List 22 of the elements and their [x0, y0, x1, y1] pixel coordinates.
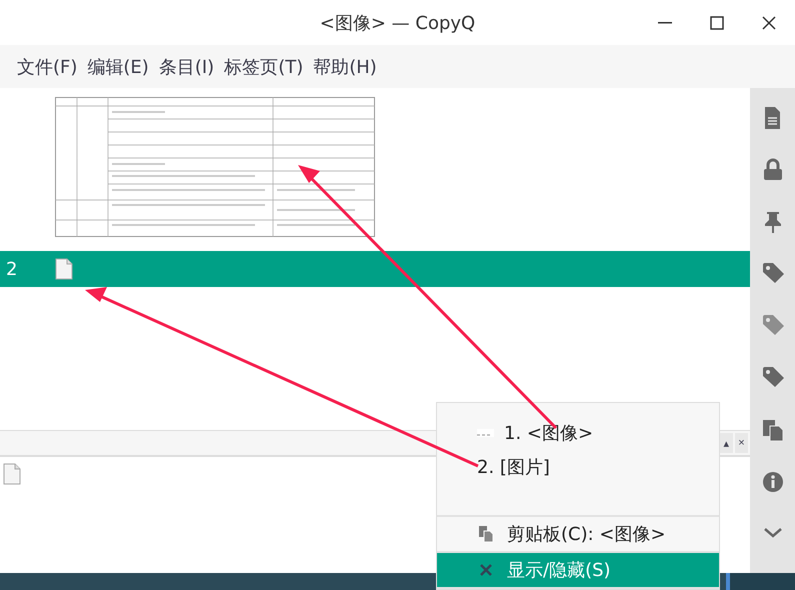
window-title: <图像> — CopyQ — [320, 12, 476, 34]
tag-icon[interactable] — [762, 262, 784, 286]
menu-item[interactable]: 标签页(T) — [224, 54, 304, 78]
minimize-icon[interactable] — [658, 22, 672, 24]
copy-icon — [479, 526, 493, 542]
menu-item[interactable]: 文件(F) — [17, 54, 78, 78]
info-icon[interactable] — [762, 470, 784, 494]
maximize-icon[interactable] — [710, 16, 724, 30]
panel-button[interactable]: ▴ — [720, 433, 733, 453]
file-icon — [55, 258, 73, 280]
file-icon — [3, 463, 21, 485]
menu-item[interactable]: 帮助(H) — [313, 54, 377, 78]
menu-item[interactable]: 1. <图像> — [437, 416, 719, 450]
close-icon[interactable] — [762, 16, 776, 30]
copy-icon[interactable] — [762, 418, 784, 442]
tag-icon[interactable] — [762, 366, 784, 390]
panel-button[interactable]: × — [735, 433, 748, 453]
menu-item[interactable]: 条目(I) — [158, 54, 214, 78]
menu-item[interactable]: 2. [图片] — [437, 450, 719, 484]
lock-icon[interactable] — [762, 158, 784, 182]
row-number: 2 — [5, 258, 18, 280]
menu-item[interactable]: 编辑(E) — [87, 54, 149, 78]
